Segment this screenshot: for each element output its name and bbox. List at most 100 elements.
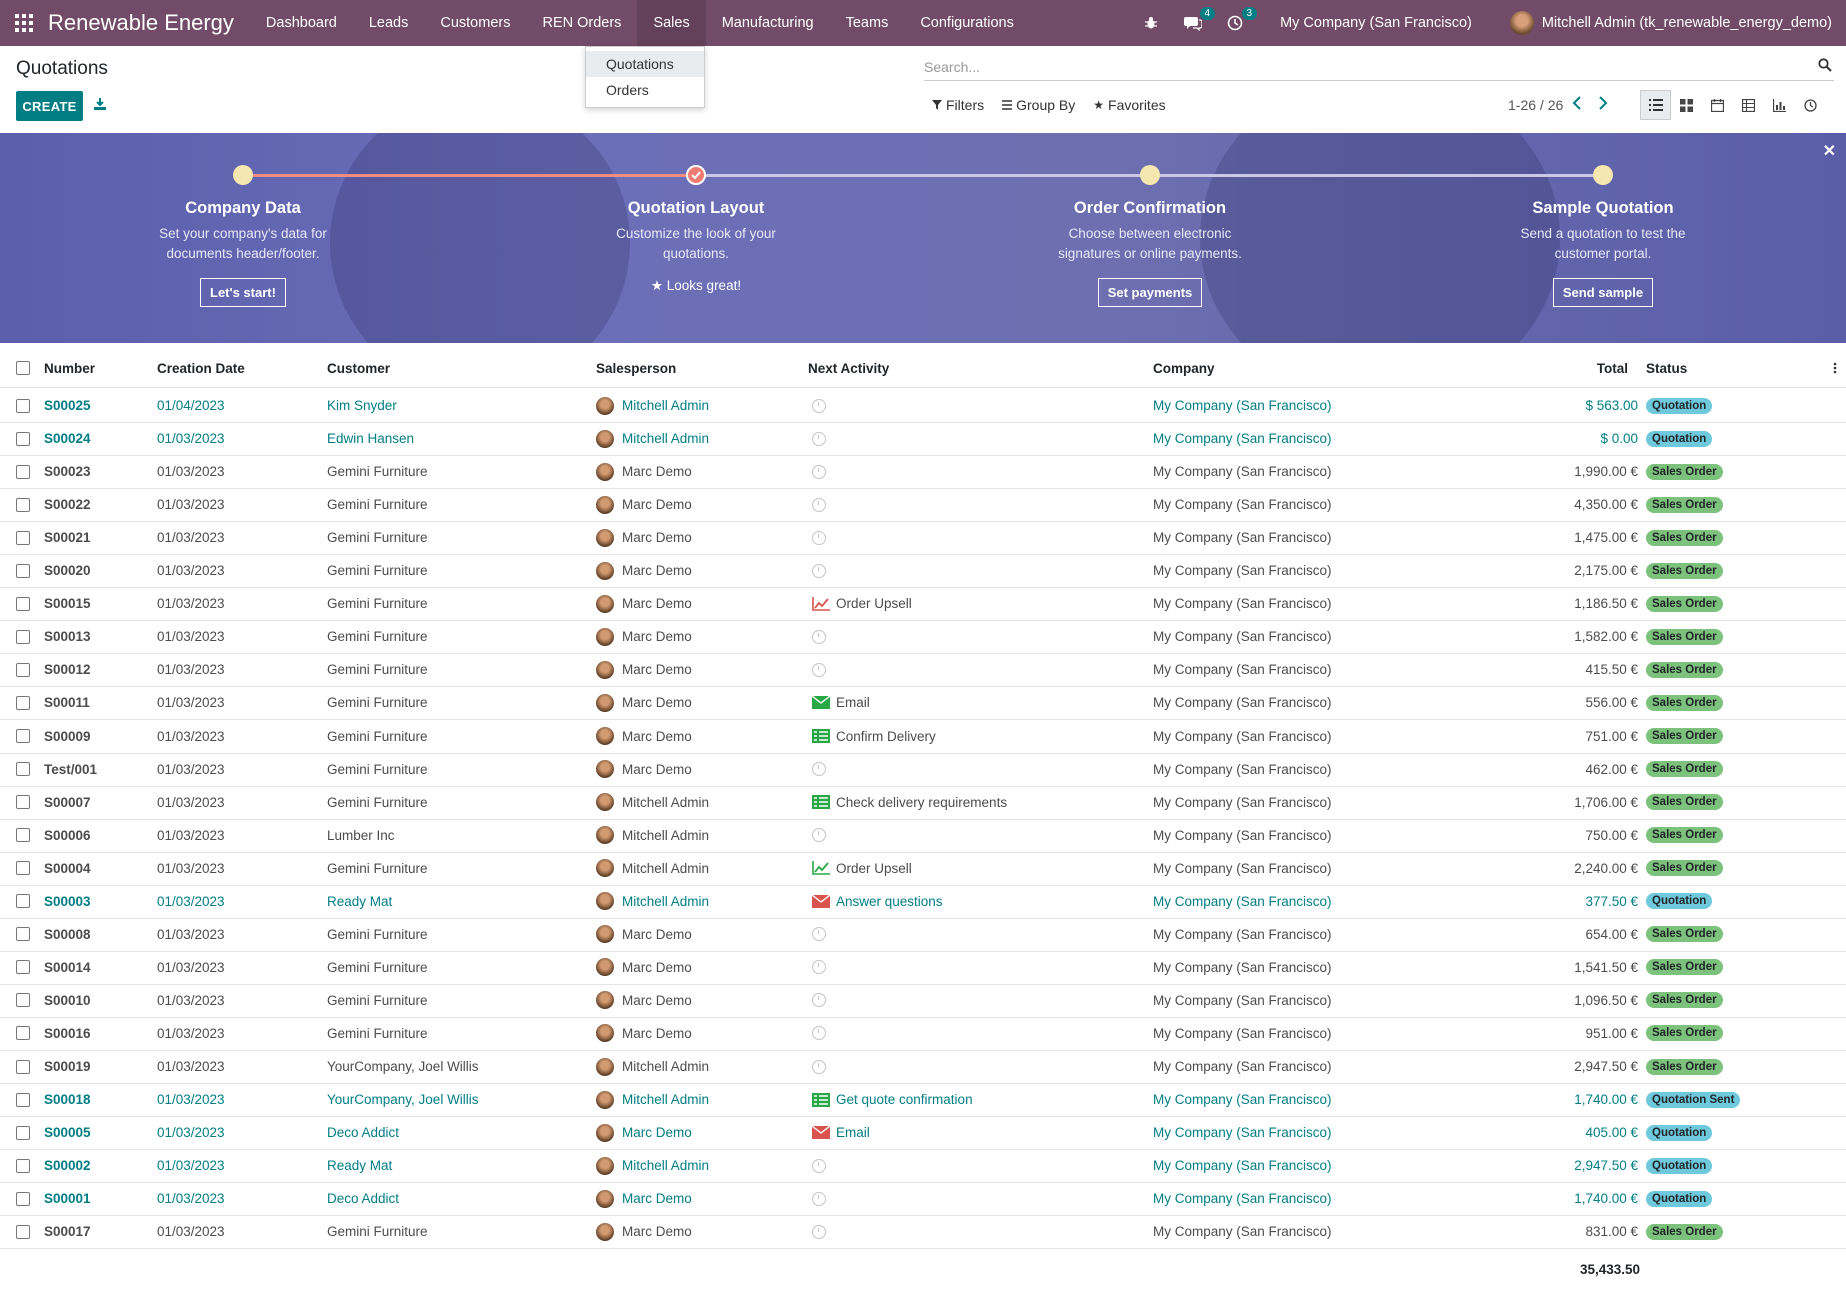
salesperson-avatar[interactable]	[596, 561, 614, 580]
row-checkbox[interactable]	[16, 455, 30, 488]
activity-summary[interactable]: Confirm Delivery	[836, 729, 936, 744]
email-icon[interactable]	[812, 894, 830, 908]
column-customer[interactable]: Customer	[327, 349, 390, 387]
row-checkbox[interactable]	[16, 951, 30, 984]
salesperson-avatar[interactable]	[596, 1057, 614, 1076]
row-checkbox[interactable]	[16, 918, 30, 951]
salesperson-avatar[interactable]	[596, 429, 614, 448]
row-checkbox[interactable]	[16, 720, 30, 753]
activity-summary[interactable]: Order Upsell	[836, 596, 912, 611]
order-number[interactable]: S00012	[44, 653, 91, 686]
table-row[interactable]: S00019 01/03/2023 YourCompany, Joel Willis…	[0, 1050, 1846, 1084]
salesperson-avatar[interactable]	[596, 693, 614, 712]
salesperson-avatar[interactable]	[596, 859, 614, 878]
table-row[interactable]: S00001 01/03/2023 Deco Addict Marc Demo My C…	[0, 1182, 1846, 1217]
table-row[interactable]: S00011 01/03/2023 Gemini Furniture Marc Dem…	[0, 686, 1846, 721]
email-icon[interactable]	[812, 696, 830, 710]
upsell-chart-icon[interactable]	[812, 861, 830, 875]
table-row[interactable]: S00024 01/03/2023 Edwin Hansen Mitchell Adm…	[0, 422, 1846, 457]
order-number[interactable]: S00025	[44, 389, 91, 422]
row-checkbox[interactable]	[16, 620, 30, 653]
optional-columns-icon[interactable]	[1833, 349, 1837, 387]
salesperson-avatar[interactable]	[596, 1189, 614, 1208]
salesperson-avatar[interactable]	[596, 528, 614, 547]
row-checkbox[interactable]	[16, 885, 30, 918]
salesperson-avatar[interactable]	[596, 925, 614, 944]
activity-clock-icon[interactable]: 3	[1224, 7, 1258, 34]
salesperson-avatar[interactable]	[596, 495, 614, 514]
order-number[interactable]: S00021	[44, 521, 91, 554]
app-brand[interactable]: Renewable Energy	[48, 10, 234, 36]
row-checkbox[interactable]	[16, 1182, 30, 1215]
activity-clock-icon[interactable]	[812, 1059, 826, 1074]
column-status[interactable]: Status	[1646, 349, 1687, 387]
activity-summary[interactable]: Check delivery requirements	[836, 795, 1007, 810]
select-all-checkbox[interactable]	[16, 349, 30, 387]
row-checkbox[interactable]	[16, 422, 30, 455]
menu-sales[interactable]: Sales	[637, 0, 706, 46]
menu-teams[interactable]: Teams	[830, 0, 905, 46]
column-total[interactable]: Total	[1597, 349, 1628, 387]
pager-next-icon[interactable]	[1598, 96, 1608, 114]
salesperson-avatar[interactable]	[596, 727, 614, 745]
task-list-icon[interactable]	[812, 795, 830, 810]
table-row[interactable]: S00006 01/03/2023 Lumber Inc Mitchell Admin…	[0, 819, 1846, 853]
menu-manufacturing[interactable]: Manufacturing	[706, 0, 830, 46]
table-row[interactable]: S00002 01/03/2023 Ready Mat Mitchell Admin M…	[0, 1149, 1846, 1184]
graph-view-icon[interactable]	[1764, 90, 1795, 120]
activity-clock-icon[interactable]	[812, 1026, 826, 1041]
row-checkbox[interactable]	[16, 1116, 30, 1149]
table-row[interactable]: S00025 01/04/2023 Kim Snyder Mitchell Admin…	[0, 389, 1846, 423]
search-bar[interactable]: Search...	[924, 56, 1834, 81]
download-icon[interactable]	[93, 97, 109, 113]
order-number[interactable]: S00018	[44, 1083, 91, 1116]
salesperson-avatar[interactable]	[596, 627, 614, 646]
activity-clock-icon[interactable]	[812, 398, 826, 413]
salesperson-avatar[interactable]	[596, 594, 614, 613]
order-number[interactable]: S00001	[44, 1182, 91, 1215]
row-checkbox[interactable]	[16, 389, 30, 422]
activity-summary[interactable]: Email	[836, 1125, 870, 1140]
dropdown-item-quotations[interactable]: Quotations	[586, 51, 704, 77]
pager-value[interactable]: 1-26 / 26	[1508, 97, 1563, 113]
menu-leads[interactable]: Leads	[353, 0, 425, 46]
row-checkbox[interactable]	[16, 786, 30, 819]
apps-menu-icon[interactable]	[0, 0, 48, 46]
order-number[interactable]: S00024	[44, 422, 91, 455]
activity-clock-icon[interactable]	[812, 464, 826, 479]
table-row[interactable]: S00014 01/03/2023 Gemini Furniture Marc Dem…	[0, 951, 1846, 985]
activity-clock-icon[interactable]	[812, 563, 826, 578]
order-number[interactable]: S00002	[44, 1149, 91, 1182]
table-row[interactable]: S00007 01/03/2023 Gemini Furniture Mitchell…	[0, 786, 1846, 820]
table-row[interactable]: S00015 01/03/2023 Gemini Furniture Marc Dem…	[0, 587, 1846, 622]
menu-configurations[interactable]: Configurations	[904, 0, 1030, 46]
set-payments-button[interactable]: Set payments	[1097, 278, 1203, 307]
banner-close-icon[interactable]: ✕	[1823, 141, 1836, 161]
email-icon[interactable]	[812, 1126, 830, 1140]
activity-clock-icon[interactable]	[812, 497, 826, 512]
row-checkbox[interactable]	[16, 852, 30, 885]
activity-clock-icon[interactable]	[812, 1224, 826, 1239]
order-number[interactable]: S00009	[44, 720, 91, 753]
order-number[interactable]: S00015	[44, 587, 91, 620]
send-sample-button[interactable]: Send sample	[1552, 278, 1654, 307]
activity-summary[interactable]: Answer questions	[836, 894, 943, 909]
row-checkbox[interactable]	[16, 819, 30, 852]
table-row[interactable]: S00005 01/03/2023 Deco Addict Marc Demo Emai…	[0, 1116, 1846, 1151]
salesperson-avatar[interactable]	[596, 660, 614, 679]
chat-icon[interactable]: 4	[1182, 7, 1216, 34]
order-number[interactable]: S00004	[44, 852, 91, 885]
row-checkbox[interactable]	[16, 1050, 30, 1083]
order-number[interactable]: S00016	[44, 1017, 91, 1050]
salesperson-avatar[interactable]	[596, 1090, 614, 1109]
order-number[interactable]: S00020	[44, 554, 91, 587]
salesperson-avatar[interactable]	[596, 1222, 614, 1241]
row-checkbox[interactable]	[16, 1149, 30, 1182]
column-company[interactable]: Company	[1153, 349, 1215, 387]
activity-clock-icon[interactable]	[812, 960, 826, 975]
row-checkbox[interactable]	[16, 653, 30, 686]
table-row[interactable]: Test/001 01/03/2023 Gemini Furniture Marc D…	[0, 753, 1846, 787]
order-number[interactable]: S00010	[44, 984, 91, 1017]
salesperson-avatar[interactable]	[596, 1156, 614, 1175]
search-input[interactable]: Search...	[924, 59, 980, 75]
